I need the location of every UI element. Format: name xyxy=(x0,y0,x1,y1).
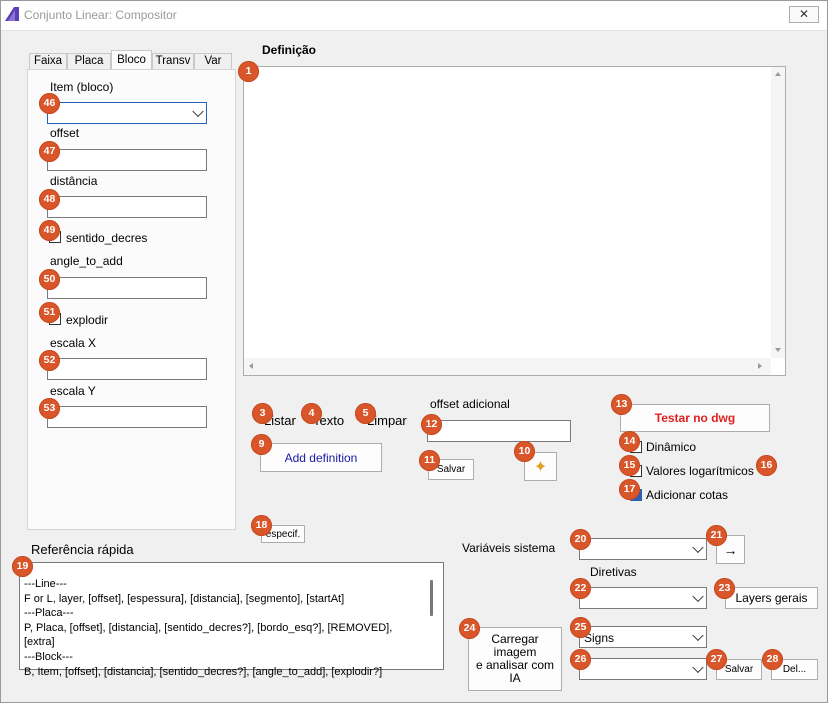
diretivas-combo[interactable] xyxy=(579,587,707,609)
badge: 3 xyxy=(252,403,273,424)
badge: 19 xyxy=(12,556,33,577)
valores-label: Valores logarítmicos xyxy=(646,464,754,478)
offset-input[interactable] xyxy=(47,149,207,171)
badge: 50 xyxy=(39,269,60,290)
close-button[interactable]: ✕ xyxy=(789,6,819,23)
variaveis-label: Variáveis sistema xyxy=(462,541,556,555)
badge: 13 xyxy=(611,394,632,415)
reference-scroll-thumb[interactable] xyxy=(430,580,433,616)
add-definition-button[interactable]: Add definition xyxy=(260,443,382,472)
arrow-right-icon: → xyxy=(723,541,738,558)
app-logo-icon xyxy=(5,7,19,21)
offset-adicional-label: offset adicional xyxy=(430,397,510,411)
badge: 17 xyxy=(619,479,640,500)
item-label: Item (bloco) xyxy=(50,80,114,94)
scroll-down-icon[interactable] xyxy=(775,348,781,352)
badge: 48 xyxy=(39,189,60,210)
badge: 18 xyxy=(251,515,272,536)
badge: 51 xyxy=(39,302,60,323)
badge: 28 xyxy=(762,649,783,670)
badge: 22 xyxy=(570,578,591,599)
sentido-label: sentido_decres xyxy=(66,231,148,245)
badge: 27 xyxy=(706,649,727,670)
definition-vscrollbar[interactable] xyxy=(771,67,785,358)
testar-dwg-label: Testar no dwg xyxy=(654,411,736,425)
badge: 16 xyxy=(756,455,777,476)
explodir-label: explodir xyxy=(66,313,109,327)
badge: 20 xyxy=(570,529,591,550)
variaveis-combo[interactable] xyxy=(579,538,707,560)
layers-gerais-button[interactable]: Layers gerais xyxy=(725,587,818,609)
chevron-down-icon xyxy=(692,541,704,554)
badge: 47 xyxy=(39,141,60,162)
testar-dwg-button[interactable]: Testar no dwg xyxy=(620,404,770,432)
dinamico-label: Dinâmico xyxy=(646,440,697,454)
badge: 11 xyxy=(419,450,440,471)
definition-heading: Definição xyxy=(262,43,317,57)
item-combo[interactable] xyxy=(47,102,207,124)
chevron-down-icon xyxy=(692,590,704,603)
offset-label: offset xyxy=(50,126,80,140)
add-definition-label: Add definition xyxy=(284,450,358,465)
definition-textarea[interactable] xyxy=(243,66,786,376)
carregar-imagem-button[interactable]: Carregar imagem e analisar com IA xyxy=(468,627,562,691)
badge: 9 xyxy=(251,434,272,455)
chevron-down-icon xyxy=(192,105,204,118)
escala-x-label: escala X xyxy=(50,336,97,350)
del-preset-label: Del... xyxy=(782,664,807,675)
especif-label: especif. xyxy=(265,528,301,540)
badge: 52 xyxy=(39,350,60,371)
badge: 14 xyxy=(619,431,640,452)
sparkle-icon: ✦ xyxy=(533,458,548,476)
definition-hscrollbar[interactable] xyxy=(244,358,771,375)
salvar-offset-label: Salvar xyxy=(436,464,466,475)
reference-heading: Referência rápida xyxy=(31,542,134,557)
badge: 21 xyxy=(706,525,727,546)
badge: 23 xyxy=(714,578,735,599)
close-icon: ✕ xyxy=(798,7,810,21)
cotas-label: Adicionar cotas xyxy=(646,488,729,502)
carregar-label-line4: IA xyxy=(509,671,521,685)
distancia-label: distância xyxy=(50,174,98,188)
badge: 46 xyxy=(39,93,60,114)
escala-y-input[interactable] xyxy=(47,406,207,428)
badge: 53 xyxy=(39,398,60,419)
tab-placa[interactable]: Placa xyxy=(67,53,111,69)
angle-input[interactable] xyxy=(47,277,207,299)
tab-transv[interactable]: Transv xyxy=(152,53,194,69)
signs-combo[interactable]: Signs xyxy=(579,626,707,648)
badge: 10 xyxy=(514,441,535,462)
offset-adicional-input[interactable] xyxy=(427,420,571,442)
escala-y-label: escala Y xyxy=(50,384,96,398)
tab-faixa[interactable]: Faixa xyxy=(29,53,67,69)
layers-gerais-label: Layers gerais xyxy=(735,591,808,605)
badge: 25 xyxy=(570,617,591,638)
window-title: Conjunto Linear: Compositor xyxy=(24,8,177,22)
tab-var[interactable]: Var xyxy=(194,53,232,69)
scroll-left-icon[interactable] xyxy=(249,363,253,369)
scroll-right-icon[interactable] xyxy=(758,363,762,369)
tab-bloco[interactable]: Bloco xyxy=(111,50,152,70)
badge: 5 xyxy=(355,403,376,424)
badge: 49 xyxy=(39,220,60,241)
chevron-down-icon xyxy=(692,629,704,642)
salvar-preset-label: Salvar xyxy=(724,664,754,675)
badge: 24 xyxy=(459,618,480,639)
badge: 12 xyxy=(421,414,442,435)
angle-label: angle_to_add xyxy=(50,254,123,268)
badge: 15 xyxy=(619,455,640,476)
badge: 4 xyxy=(301,403,322,424)
escala-x-input[interactable] xyxy=(47,358,207,380)
preset-combo[interactable] xyxy=(579,658,707,680)
badge: 1 xyxy=(238,61,259,82)
badge: 26 xyxy=(570,649,591,670)
reference-text: ---Line--- F or L, layer, [offset], [esp… xyxy=(24,578,393,678)
distancia-input[interactable] xyxy=(47,196,207,218)
chevron-down-icon xyxy=(692,661,704,674)
diretivas-label: Diretivas xyxy=(590,565,637,579)
scroll-up-icon[interactable] xyxy=(775,72,781,76)
